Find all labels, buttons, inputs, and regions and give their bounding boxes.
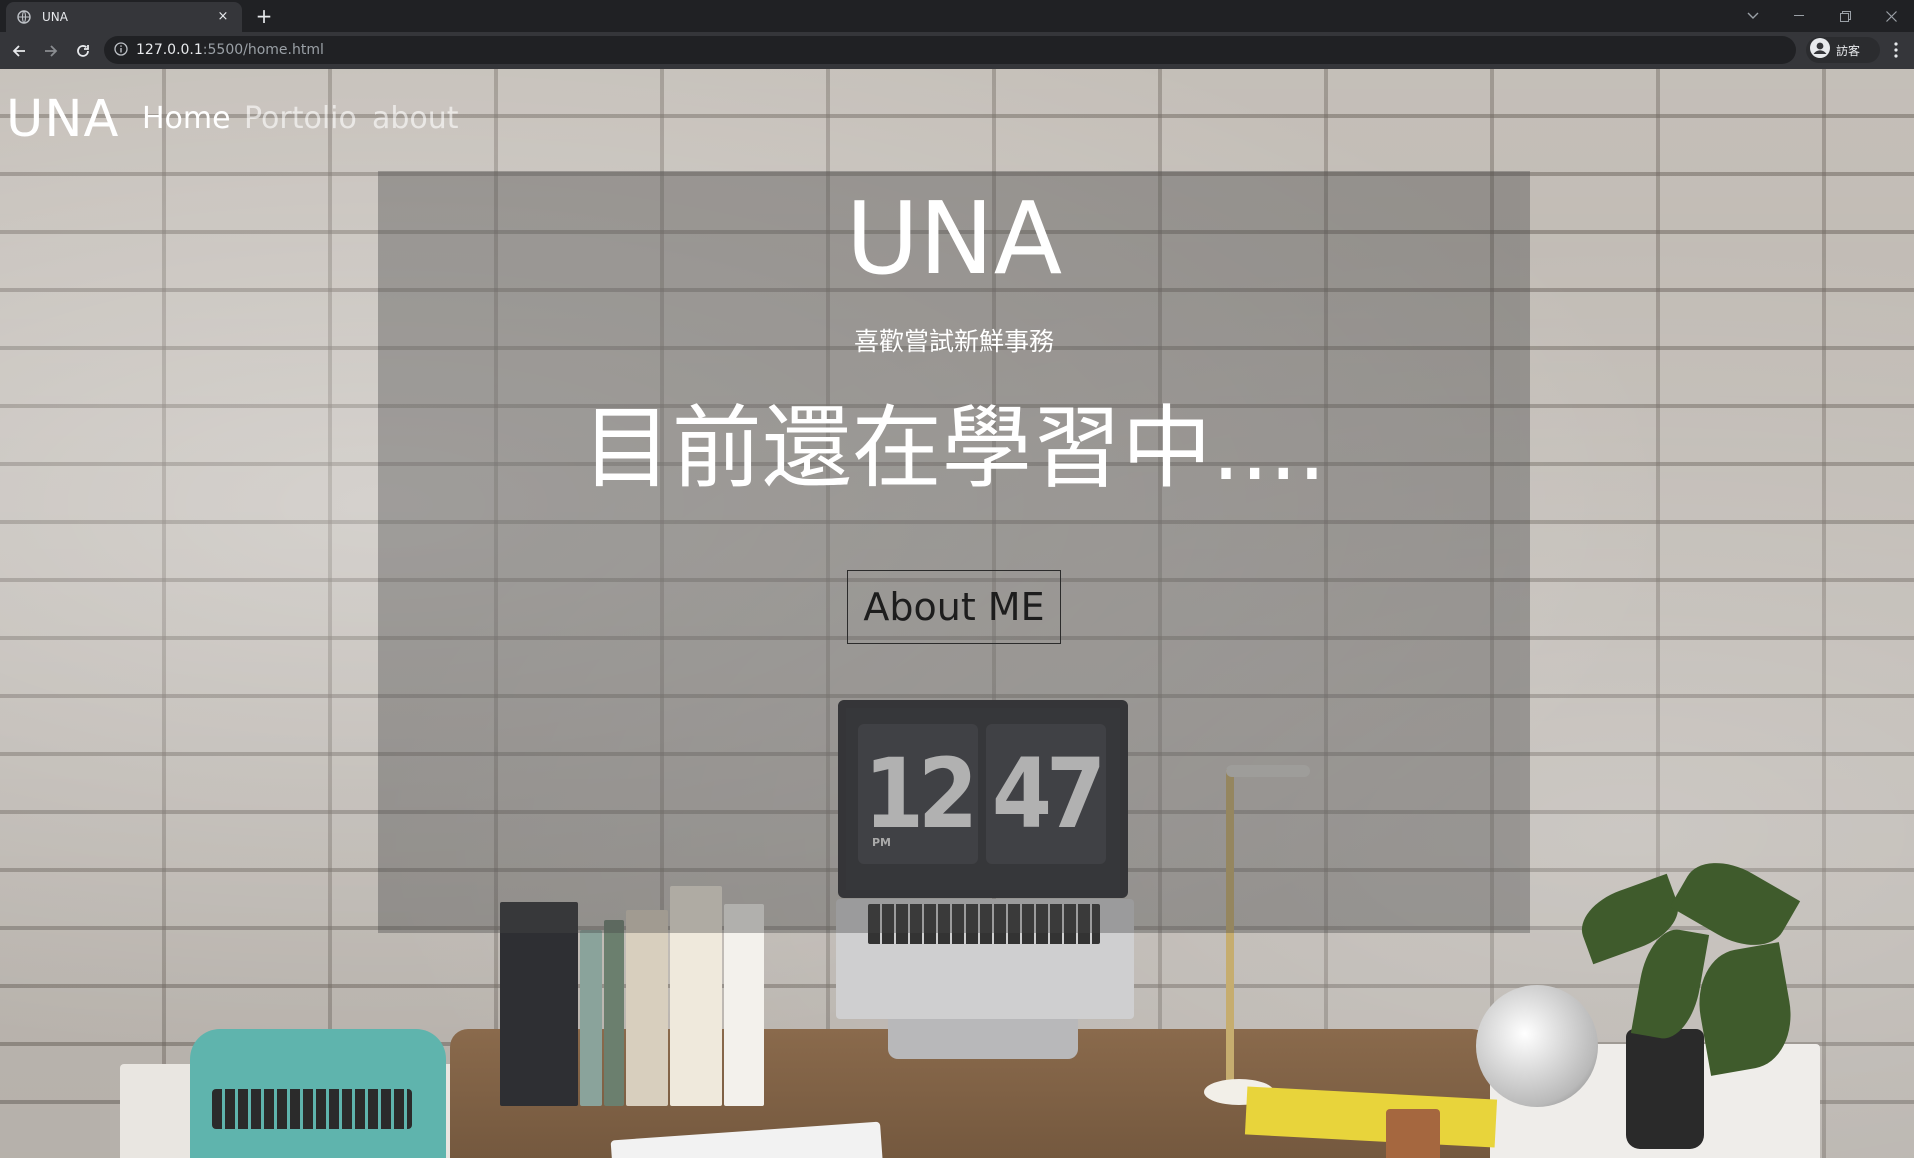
globe-icon — [16, 9, 32, 25]
about-me-button[interactable]: About ME — [847, 570, 1061, 644]
hero-subtitle: 喜歡嘗試新鮮事務 — [853, 327, 1054, 356]
restore-icon[interactable] — [1822, 0, 1868, 32]
reload-icon[interactable] — [70, 38, 96, 64]
kebab-menu-icon[interactable] — [1884, 38, 1908, 62]
close-window-icon[interactable] — [1868, 0, 1914, 32]
page-viewport: 12 47 PM UNA Home Portolio about UNA 喜歡嘗… — [0, 69, 1914, 1158]
minimize-icon[interactable] — [1776, 0, 1822, 32]
browser-tab-strip: UNA × + — [0, 0, 1914, 32]
copper-cup — [1386, 1109, 1440, 1158]
globe-image — [1476, 985, 1598, 1107]
nav-link-home[interactable]: Home — [142, 99, 231, 139]
site-navbar: UNA Home Portolio about — [0, 69, 1914, 169]
back-icon[interactable] — [6, 38, 32, 64]
hero-panel: UNA 喜歡嘗試新鮮事務 目前還在學習中.... About ME — [378, 171, 1530, 933]
tab-search-icon[interactable] — [1730, 0, 1776, 32]
site-brand[interactable]: UNA — [6, 85, 119, 155]
laptop-stand — [888, 1019, 1078, 1059]
tab-close-icon[interactable]: × — [214, 8, 232, 26]
profile-label: 訪客 — [1836, 43, 1861, 58]
tab-title: UNA — [42, 10, 68, 24]
typewriter-keys — [212, 1089, 412, 1129]
url-path: :5500/home.html — [202, 42, 324, 58]
nav-link-portolio[interactable]: Portolio — [244, 99, 357, 139]
new-tab-button[interactable]: + — [252, 4, 276, 28]
forward-icon[interactable] — [38, 38, 64, 64]
browser-toolbar: 127.0.0.1:5500/home.html 訪客 — [0, 32, 1914, 69]
plant-pot — [1626, 1029, 1704, 1149]
account-icon — [1810, 38, 1830, 62]
info-icon[interactable] — [114, 41, 128, 60]
address-bar[interactable]: 127.0.0.1:5500/home.html — [104, 36, 1796, 64]
browser-tab[interactable]: UNA × — [6, 2, 242, 32]
url-host: 127.0.0.1 — [136, 42, 203, 58]
nav-link-about[interactable]: about — [372, 99, 459, 139]
hero-title: UNA — [845, 180, 1063, 297]
hero-lead: 目前還在學習中.... — [581, 396, 1327, 501]
profile-button[interactable]: 訪客 — [1806, 37, 1880, 63]
